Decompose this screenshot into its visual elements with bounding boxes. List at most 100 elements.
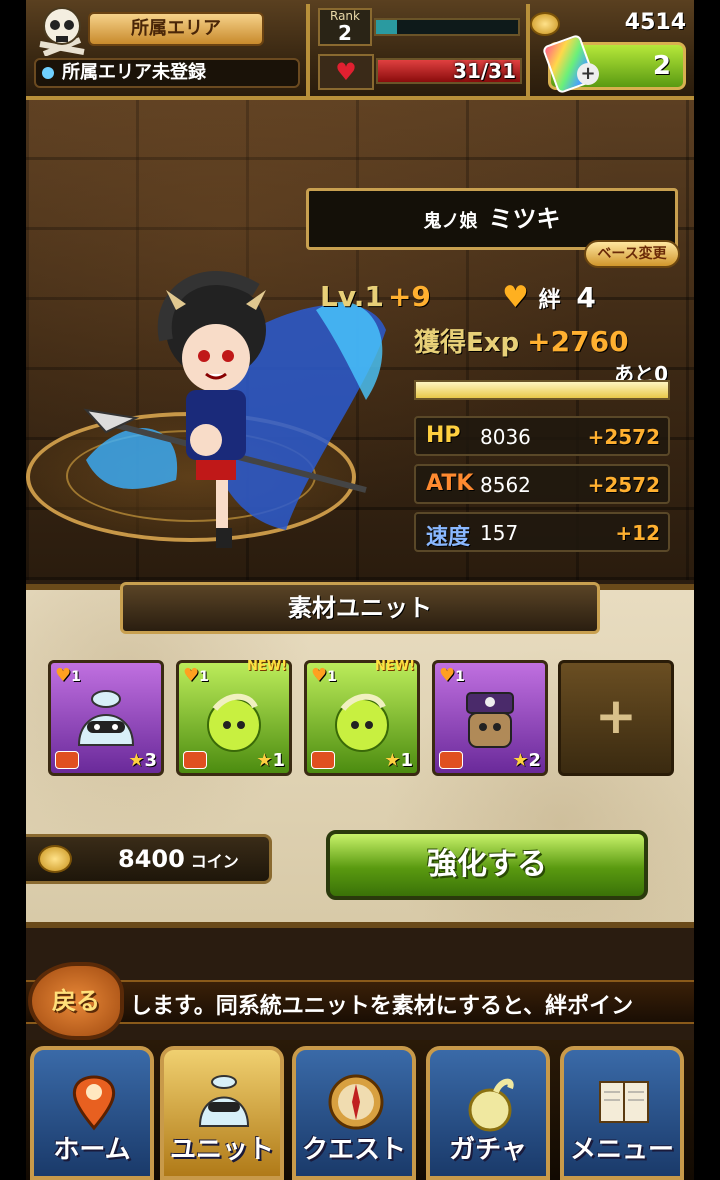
area-value-text: 所属エリア未登録: [62, 62, 206, 83]
stat-key: ATK: [426, 471, 474, 496]
rank-progress-bar: [374, 18, 520, 36]
unit-name: ミツキ: [488, 205, 561, 233]
class-icon: [311, 751, 335, 769]
rank-value: 2: [338, 21, 352, 45]
slot-bond-value: 1: [199, 669, 209, 685]
pot-ghost-icon: [198, 1075, 250, 1127]
cost-amount: 8400 コイン: [118, 845, 239, 873]
stat-bonus: +2572: [587, 425, 660, 449]
slot-rarity-value: 1: [400, 750, 413, 771]
exp-display: 獲得Exp +2760: [414, 322, 629, 359]
nav-label: メニュー: [569, 1135, 674, 1165]
level-display: Lv.1 +9: [320, 280, 431, 313]
material-slot[interactable]: ♥1 ★2: [432, 660, 548, 776]
stat-key: 速度: [426, 525, 471, 550]
slot-bond: ♥1: [439, 665, 465, 686]
stat-value: 157: [480, 521, 519, 545]
bond-heart-icon: ♥: [183, 665, 200, 686]
stamina-bar: 31/31: [376, 58, 522, 84]
bottom-nav: ホーム ユニット クエスト ガチャ メニュー: [26, 1040, 694, 1180]
slot-rarity: ★2: [512, 750, 541, 771]
add-material-slot[interactable]: +: [558, 660, 674, 776]
stat-bonus: +12: [615, 521, 660, 545]
bond-heart-icon: ♥: [439, 665, 456, 686]
pot-ghost-icon: [77, 690, 135, 746]
slot-bond-value: 1: [455, 669, 465, 685]
slot-rarity-value: 3: [144, 750, 157, 771]
cost-value: 8400: [118, 845, 185, 873]
stat-value: 8036: [480, 425, 531, 449]
divider: [526, 4, 530, 96]
game-screen: 所属エリア 所属エリア未登録 Rank 2 ♥ 31/31 4514 + 2 鬼…: [26, 0, 694, 1180]
slot-rarity-value: 1: [272, 750, 285, 771]
skull-icon: [39, 7, 85, 56]
new-badge: NEW!: [374, 659, 415, 674]
material-panel-title: 素材ユニット: [120, 582, 600, 634]
bond-heart-icon: ♥: [311, 665, 328, 686]
slot-bond-value: 1: [71, 669, 81, 685]
gem-purchase-button[interactable]: + 2: [541, 33, 686, 95]
slot-rarity: ★1: [256, 750, 285, 771]
nav-home[interactable]: ホーム: [30, 1046, 154, 1180]
material-slot[interactable]: ♥1 ★3: [48, 660, 164, 776]
unit-title: 鬼ノ娘: [423, 211, 478, 232]
base-change-button[interactable]: ベース変更: [584, 240, 680, 268]
flame-orb-icon: [468, 1078, 514, 1132]
status-bar: 所属エリア 所属エリア未登録 Rank 2 ♥ 31/31 4514 + 2: [26, 0, 694, 100]
gem-count: 2: [652, 51, 671, 81]
unit-scene: 鬼ノ娘 ミツキ ベース変更 Lv.1 +9 ♥ 絆 4 獲得Exp +2760 あと…: [26, 100, 694, 580]
slot-bond: ♥1: [55, 665, 81, 686]
slot-bond: ♥1: [311, 665, 337, 686]
exp-value: +2760: [527, 325, 629, 358]
nav-menu[interactable]: メニュー: [560, 1046, 684, 1180]
book-icon: [599, 1081, 649, 1123]
info-ticker: します。同系統ユニットを素材にすると、絆ポイン: [26, 980, 694, 1024]
plus-icon: +: [595, 687, 637, 745]
divider: [306, 4, 310, 96]
coin-icon: [38, 845, 72, 873]
material-slot[interactable]: ♥1 NEW! ★1: [304, 659, 420, 776]
nav-label: ユニット: [169, 1135, 274, 1165]
nav-label: クエスト: [301, 1135, 406, 1165]
slot-bond: ♥1: [183, 665, 209, 686]
exp-progress-fill: [416, 382, 668, 398]
level-value: 1: [364, 280, 384, 313]
coin-count: 4514: [624, 10, 686, 35]
level-gain: +9: [387, 280, 431, 313]
material-slot[interactable]: ♥1 NEW! ★1: [176, 659, 292, 776]
nav-gacha[interactable]: ガチャ: [426, 1046, 550, 1180]
unit-character-image: [83, 271, 386, 548]
green-blob-icon: [207, 693, 261, 752]
nav-label: ガチャ: [449, 1135, 527, 1165]
enhance-cost: 8400 コイン: [26, 834, 272, 884]
exp-label: 獲得Exp: [414, 328, 520, 358]
back-button[interactable]: 戻る: [28, 962, 124, 1040]
slot-bond-value: 1: [327, 669, 337, 685]
area-value[interactable]: 所属エリア未登録: [34, 58, 300, 88]
slot-rarity-value: 2: [528, 750, 541, 771]
ticker-text: します。同系統ユニットを素材にすると、絆ポイン: [130, 994, 634, 1019]
nav-label: ホーム: [53, 1135, 131, 1165]
bond-heart-icon: ♥: [502, 280, 529, 315]
rank-box: Rank 2: [318, 8, 372, 46]
cost-unit: コイン: [190, 852, 239, 871]
exp-progress-bar: [414, 380, 670, 400]
level-label: Lv.: [320, 280, 365, 313]
nav-unit[interactable]: ユニット: [160, 1046, 284, 1180]
map-pin-icon: [72, 1075, 116, 1131]
bond-heart-icon: ♥: [55, 665, 72, 686]
stat-bonus: +2572: [587, 473, 660, 497]
plus-icon: +: [577, 63, 599, 85]
material-panel: 素材ユニット ♥1 ★3 ♥1 NEW! ★1 ♥1 NEW! ★1 ♥1 ★2…: [26, 582, 694, 928]
nav-quest[interactable]: クエスト: [292, 1046, 416, 1180]
stat-row-hp: HP 8036 +2572: [414, 416, 670, 456]
class-icon: [183, 751, 207, 769]
heart-icon: ♥: [318, 54, 374, 90]
bond-value: 4: [576, 281, 596, 314]
slot-rarity: ★3: [128, 750, 157, 771]
class-icon: [55, 751, 79, 769]
pirate-icon: [466, 692, 514, 748]
enhance-button[interactable]: 強化する: [326, 830, 648, 900]
stat-row-speed: 速度 157 +12: [414, 512, 670, 552]
coin-icon: [530, 12, 560, 36]
